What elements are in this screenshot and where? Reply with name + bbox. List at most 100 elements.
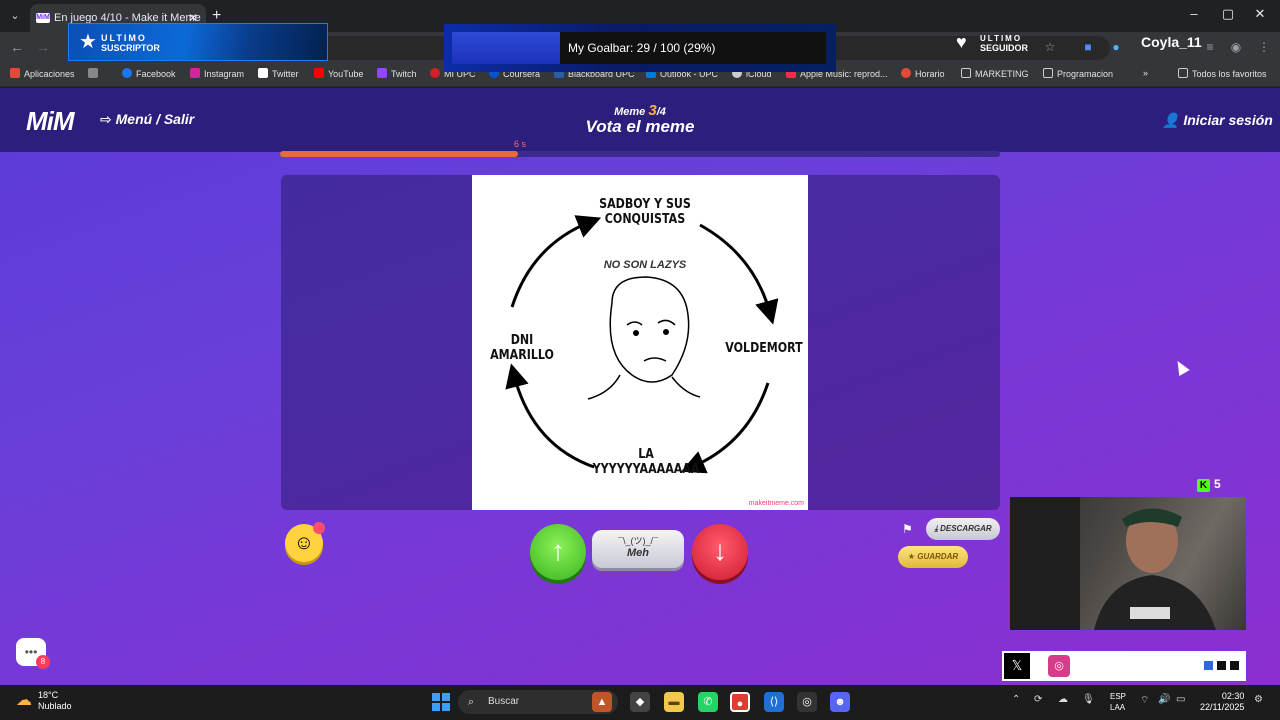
square-icon	[1230, 661, 1239, 670]
folder-icon	[961, 68, 971, 78]
download-button[interactable]: ⤓ DESCARGAR	[926, 518, 1000, 540]
apps-icon	[10, 68, 20, 78]
star-icon: ★	[907, 552, 918, 561]
last-subscriber-overlay: ★ ULTIMO SUSCRIPTOR	[68, 23, 328, 61]
app-icon[interactable]: ◆	[630, 692, 650, 712]
meme-text-top: SADBOY Y SUS CONQUISTAS	[599, 197, 691, 227]
meme-image: SADBOY Y SUS CONQUISTAS NO SON LAZYS VOL…	[472, 175, 808, 510]
timer-label: 6 s	[514, 139, 527, 149]
profile-icon[interactable]: ◉	[1228, 40, 1244, 54]
chrome-icon[interactable]: ●	[730, 692, 750, 712]
twitch-icon	[377, 68, 387, 78]
back-icon[interactable]: ←	[10, 39, 24, 55]
vscode-icon[interactable]: ⟨⟩	[764, 692, 784, 712]
obs-icon[interactable]: ◎	[797, 692, 817, 712]
bookmark-youtube[interactable]: YouTube	[314, 68, 363, 79]
forward-icon[interactable]: →	[36, 39, 50, 55]
meme-watermark: makeitmeme.com	[748, 500, 804, 507]
volume-icon[interactable]: 🔊	[1158, 694, 1170, 705]
windows-start-icon[interactable]	[432, 693, 450, 711]
notification-bell-icon[interactable]: ⚙	[1254, 694, 1263, 705]
smile-icon: ☺	[293, 532, 315, 554]
timer-bar-fill	[280, 151, 518, 157]
goal-bar-track: My Goalbar: 29 / 100 (29%)	[452, 32, 826, 64]
close-window-icon[interactable]: ✕	[1250, 6, 1270, 22]
bookmarks-more-icon[interactable]: »	[1143, 68, 1148, 78]
widget-app-icon[interactable]: ▲	[592, 692, 612, 712]
kebab-menu-icon[interactable]: ⋮	[1256, 40, 1272, 54]
vote-up-button[interactable]: ↑	[530, 524, 586, 580]
emoji-reaction-button[interactable]: ☺	[285, 522, 325, 562]
mic-icon[interactable]: 🎙	[1082, 694, 1095, 705]
user-icon: 👤	[1162, 112, 1184, 128]
extension-icon[interactable]: ●	[1108, 40, 1124, 54]
menu-exit-button[interactable]: ⇨ Menú / Salir	[100, 111, 194, 128]
bookmark-apps[interactable]: Aplicaciones	[10, 68, 75, 79]
chat-button[interactable]: ••• 8	[16, 638, 50, 669]
file-explorer-icon[interactable]: ▬	[664, 692, 684, 712]
extension-icon[interactable]: ■	[1080, 40, 1096, 54]
tab-search-icon[interactable]: ⌄	[6, 7, 24, 25]
login-button[interactable]: 👤 Iniciar sesión	[1162, 112, 1273, 129]
language-indicator[interactable]: ESP LAA	[1110, 691, 1126, 713]
bookmark-facebook[interactable]: Facebook	[122, 68, 176, 79]
notification-dot	[313, 522, 325, 534]
cloud-icon[interactable]: ☁	[1058, 694, 1068, 705]
webcam-feed	[1010, 497, 1246, 630]
goal-bar-fill	[452, 32, 561, 64]
minimize-icon[interactable]: –	[1184, 6, 1204, 21]
menu-lines-icon[interactable]: ≡	[1202, 40, 1218, 54]
wifi-icon[interactable]: ⌔	[1140, 694, 1149, 707]
bookmark-twitch[interactable]: Twitch	[377, 68, 417, 79]
page-title: Vota el meme	[585, 117, 695, 136]
bookmark-instagram[interactable]: Instagram	[190, 68, 244, 79]
weather-icon[interactable]: ☁	[16, 690, 32, 710]
report-flag-icon[interactable]: ⚑	[902, 522, 913, 536]
goal-bar-text: My Goalbar: 29 / 100 (29%)	[568, 41, 716, 55]
bookmark-all[interactable]: Todos los favoritos	[1178, 68, 1267, 79]
grid-icon	[88, 68, 98, 78]
kick-icon: K	[1197, 479, 1210, 492]
bookmark-programacion[interactable]: Programacion	[1043, 68, 1113, 79]
sub-label-bottom: SUSCRIPTOR	[101, 43, 160, 53]
search-icon: ⌕	[468, 696, 475, 708]
discord-icon[interactable]: ☻	[830, 692, 850, 712]
mim-logo[interactable]: MiM	[26, 106, 75, 137]
battery-icon[interactable]: ▭	[1176, 694, 1185, 705]
kick-viewer-count: K5	[1197, 477, 1221, 492]
vote-down-button[interactable]: ↓	[692, 524, 748, 580]
follower-label-bottom: SEGUIDOR	[980, 43, 1029, 53]
maximize-icon[interactable]: ▢	[1218, 6, 1238, 22]
chat-icon: •••	[24, 645, 38, 659]
folder-icon	[1178, 68, 1188, 78]
bookmark-marketing[interactable]: MARKETING	[961, 68, 1029, 79]
weather-widget[interactable]: 18°C Nublado	[38, 690, 72, 712]
instagram-icon: ◎	[1048, 655, 1070, 677]
x-icon	[258, 68, 268, 78]
tray-chevron-icon[interactable]: ⌃	[1012, 694, 1020, 705]
bookmark-grid[interactable]	[88, 68, 102, 79]
whatsapp-icon[interactable]: ✆	[698, 692, 718, 712]
star-icon: ★	[79, 31, 97, 53]
sync-icon[interactable]: ⟳	[1034, 694, 1042, 705]
bookmark-twitter[interactable]: Twitter	[258, 68, 299, 79]
tab-favicon: MiM	[36, 13, 50, 23]
x-icon: 𝕏	[1004, 653, 1030, 679]
youtube-icon	[314, 68, 324, 78]
save-button[interactable]: ★ GUARDAR	[898, 546, 968, 568]
exit-icon: ⇨	[100, 111, 116, 127]
bookmark-star-icon[interactable]: ☆	[1042, 40, 1058, 54]
meme-text-left: DNI AMARILLO	[490, 333, 554, 363]
system-clock[interactable]: 02:30 22/11/2025	[1200, 691, 1244, 713]
social-overlay: 𝕏 ◎	[1002, 651, 1246, 681]
bookmark-horario[interactable]: Horario	[901, 68, 945, 79]
goal-bar-overlay: My Goalbar: 29 / 100 (29%)	[444, 24, 836, 72]
meme-text-right: VOLDEMORT	[725, 341, 803, 356]
upc-icon	[430, 68, 440, 78]
weather-temp: 18°C	[38, 690, 59, 700]
game-header: MiM ⇨ Menú / Salir Meme 3/4 Vota el meme…	[0, 88, 1280, 152]
vote-meh-button[interactable]: ¯\_(ツ)_/¯ Meh	[592, 530, 684, 568]
last-follower-overlay: ♥ ULTIMO SEGUIDOR	[956, 32, 1036, 54]
round-indicator: Meme 3/4 Vota el meme	[560, 102, 720, 137]
taskbar: ☁ 18°C Nublado ⌕ Buscar ▲ ◆ ▬ ✆ ● ⟨⟩ ◎ ☻…	[0, 685, 1280, 720]
